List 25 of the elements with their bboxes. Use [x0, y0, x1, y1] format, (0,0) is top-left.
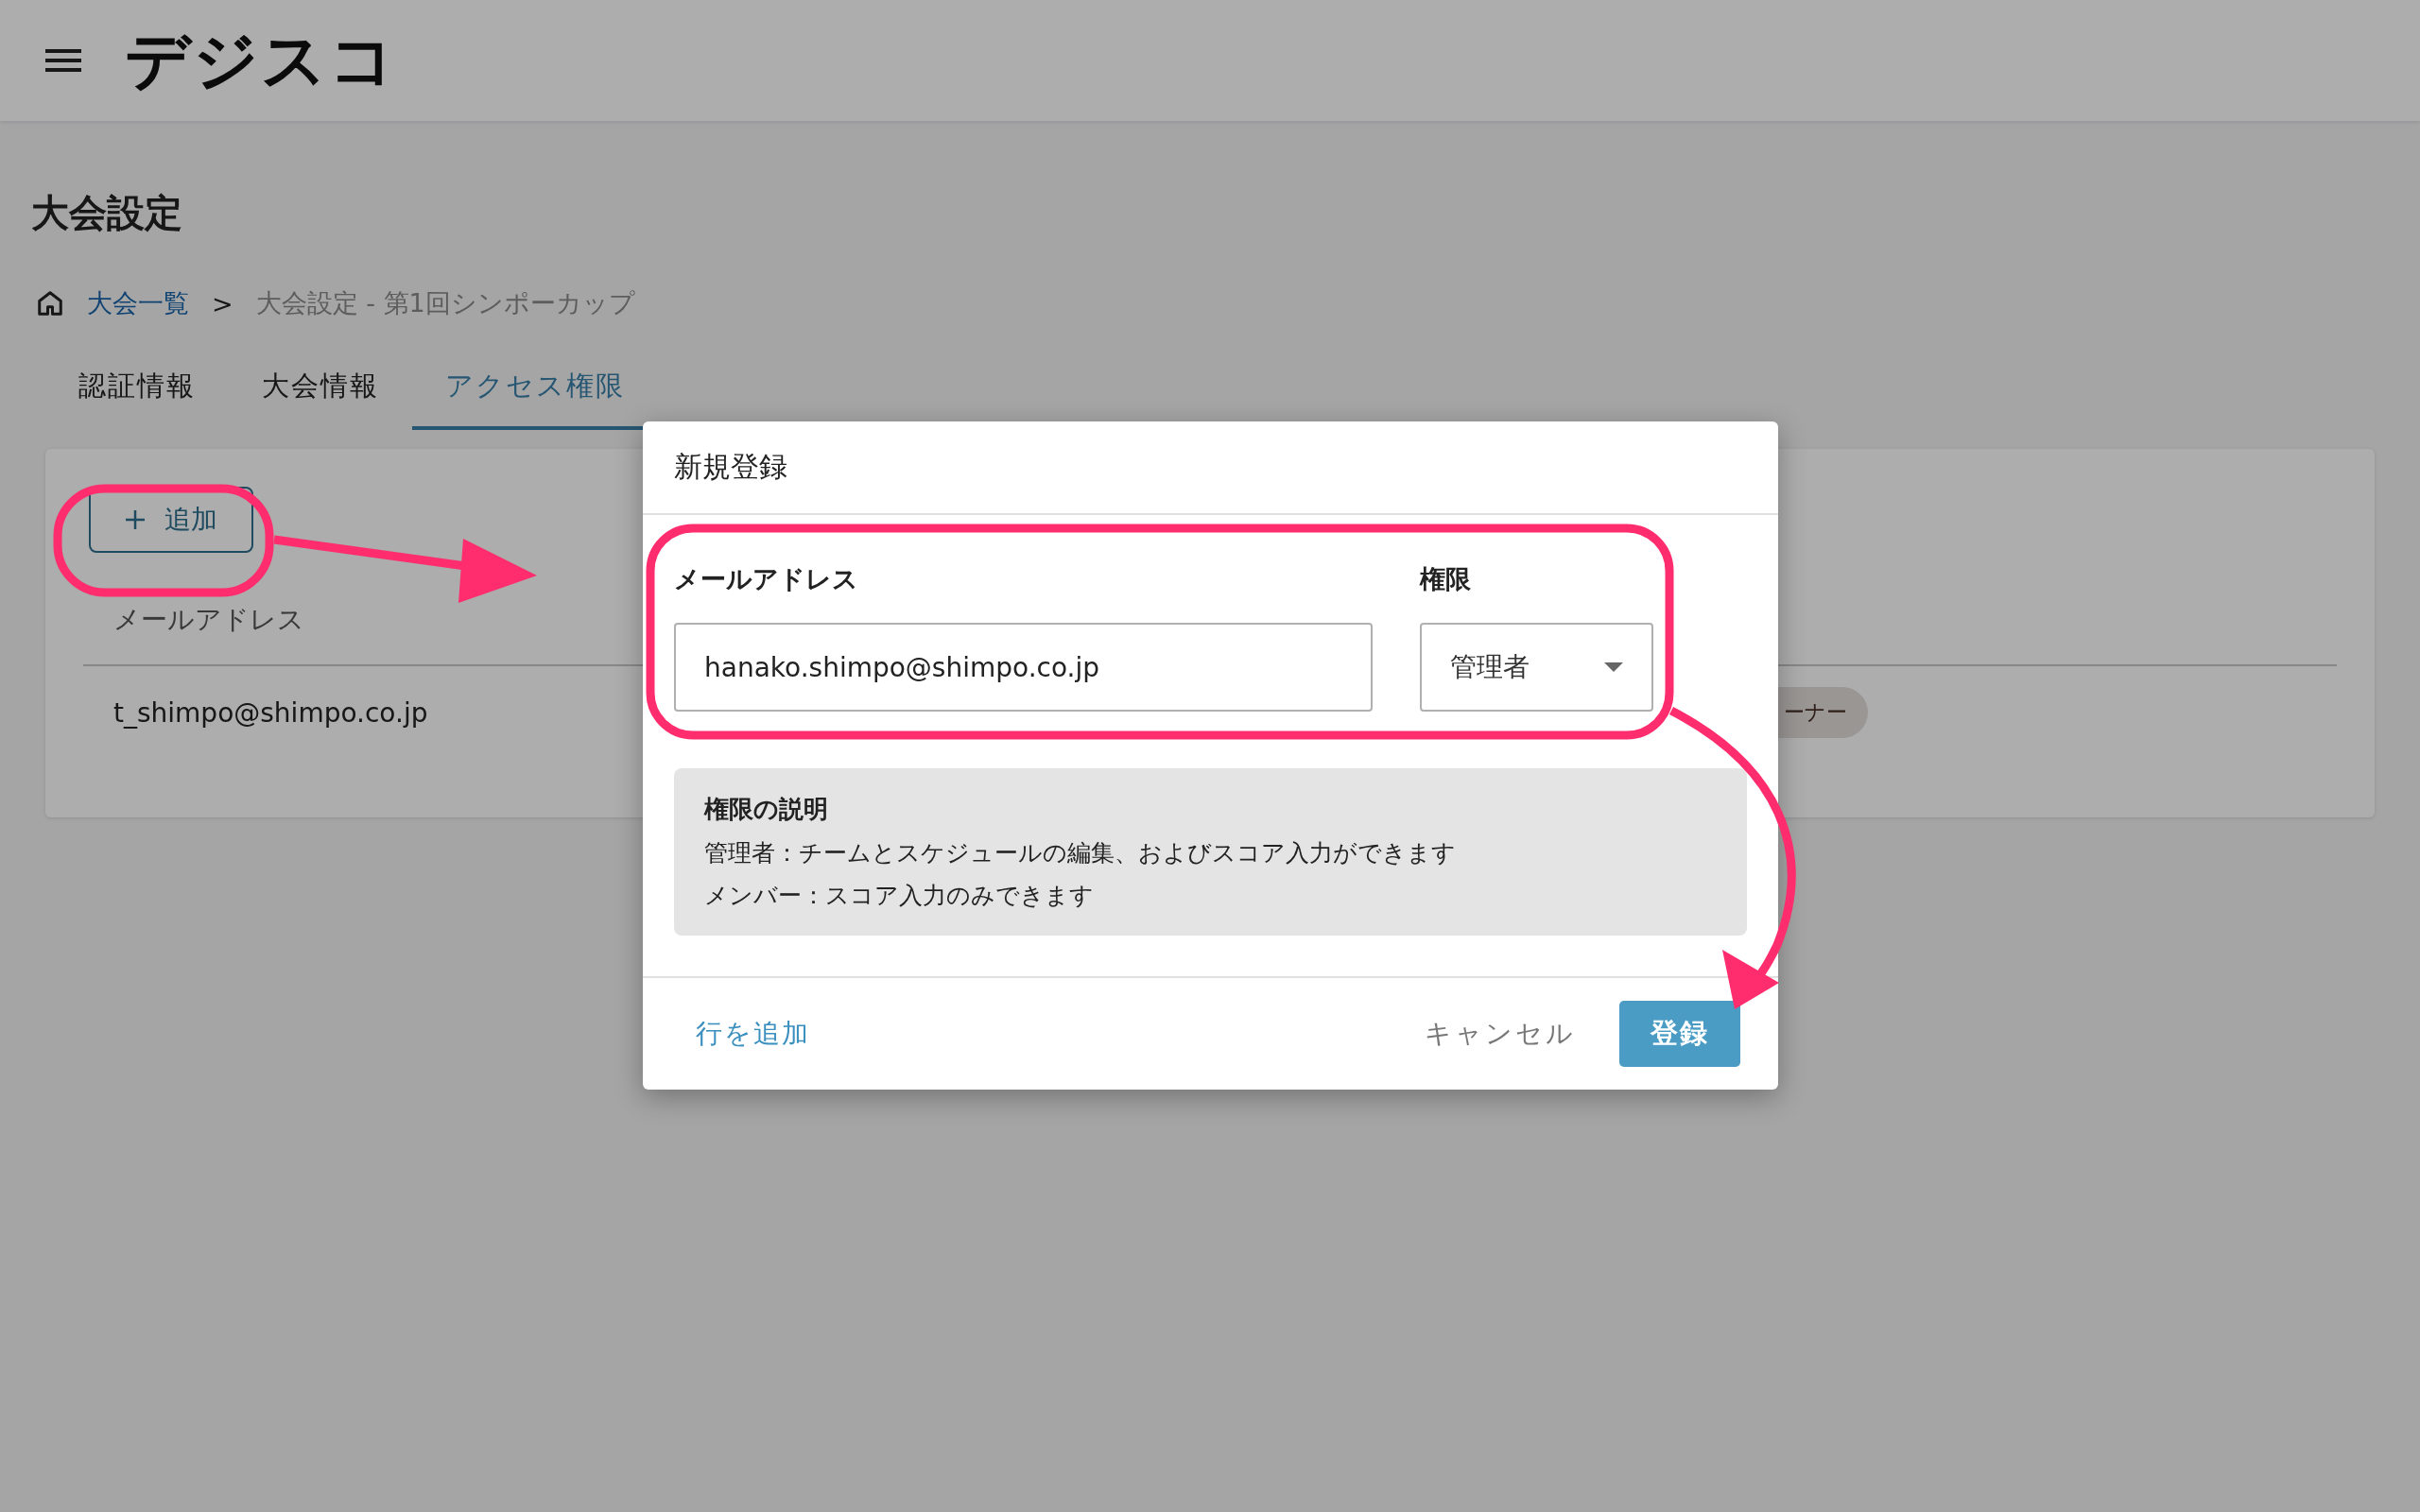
- plus-icon: [125, 509, 146, 530]
- table-cell-text: t_shimpo@shimpo.co.jp: [112, 696, 429, 729]
- email-field[interactable]: hanako.shimpo@shimpo.co.jp: [674, 623, 1373, 712]
- page-title: 大会設定: [31, 190, 183, 236]
- caret-icon: [1604, 662, 1623, 672]
- field-label: メールアドレス: [674, 563, 859, 595]
- home-icon[interactable]: [36, 289, 64, 318]
- menu-icon[interactable]: [45, 47, 81, 74]
- role-select[interactable]: 管理者: [1420, 623, 1653, 712]
- breadcrumb-separator: >: [212, 288, 233, 318]
- role-chip: ーナー: [1778, 687, 1868, 738]
- tab[interactable]: 大会情報: [229, 368, 412, 430]
- cancel-button[interactable]: キャンセル: [1419, 1015, 1582, 1053]
- logo: デジスコ: [125, 28, 397, 93]
- field-label: 権限: [1420, 563, 1472, 595]
- description-text: 管理者：チームとスケジュールの編集、およびスコア入力ができます: [704, 838, 1457, 868]
- description-title: 権限の説明: [704, 794, 829, 825]
- breadcrumb-current: 大会設定 - 第1回シンポーカップ: [255, 287, 635, 319]
- breadcrumb-link[interactable]: 大会一覧: [87, 286, 189, 320]
- add-row-link[interactable]: 行を追加: [696, 1016, 810, 1052]
- description-text: メンバー：スコア入力のみできます: [704, 881, 1095, 911]
- tab[interactable]: 認証情報: [45, 368, 229, 430]
- submit-button[interactable]: 登録: [1619, 1001, 1740, 1067]
- add-button[interactable]: 追加: [89, 487, 253, 553]
- dialog-title: 新規登録: [643, 421, 1778, 515]
